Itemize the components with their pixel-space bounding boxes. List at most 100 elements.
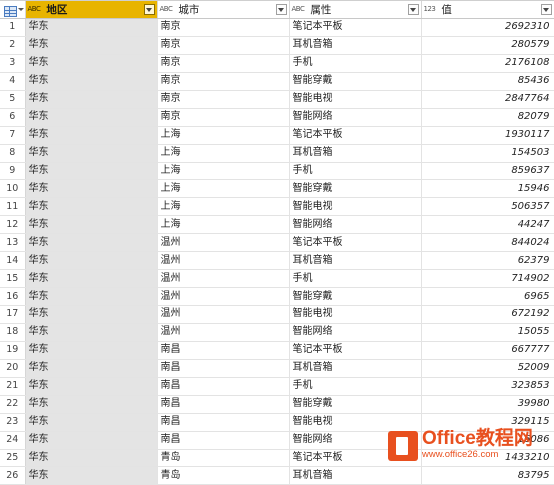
cell-city[interactable]: 南京 [157, 72, 290, 91]
cell-attribute[interactable]: 智能网络 [289, 215, 422, 235]
cell-value[interactable]: 15055 [421, 323, 554, 342]
table-row[interactable]: 13 华东 温州 笔记本平板 844024 [0, 233, 554, 253]
cell-value[interactable]: 844024 [421, 233, 554, 253]
row-number[interactable]: 6 [0, 108, 26, 127]
cell-value[interactable]: 506357 [421, 197, 554, 217]
filter-dropdown-icon[interactable] [407, 4, 419, 15]
cell-region[interactable]: 华东 [25, 413, 158, 432]
cell-city[interactable]: 南京 [157, 90, 290, 109]
row-number[interactable]: 19 [0, 341, 26, 360]
cell-value[interactable]: 16086 [421, 431, 554, 450]
cell-city[interactable]: 青岛 [157, 449, 290, 468]
cell-region[interactable]: 华东 [25, 179, 158, 199]
cell-city[interactable]: 温州 [157, 323, 290, 342]
table-menu-caret-icon[interactable] [18, 8, 24, 11]
table-row[interactable]: 22 华东 南昌 智能穿戴 39980 [0, 395, 554, 414]
row-number[interactable]: 20 [0, 359, 26, 378]
cell-region[interactable]: 华东 [25, 377, 158, 396]
cell-value[interactable]: 15946 [421, 179, 554, 199]
table-row[interactable]: 25 华东 青岛 笔记本平板 1433210 [0, 449, 554, 468]
row-number[interactable]: 9 [0, 162, 26, 181]
cell-city[interactable]: 南昌 [157, 359, 290, 378]
cell-region[interactable]: 华东 [25, 449, 158, 468]
text-type-icon[interactable]: ABC [28, 6, 41, 13]
cell-attribute[interactable]: 耳机音箱 [289, 144, 422, 163]
cell-attribute[interactable]: 智能网络 [289, 323, 422, 342]
number-type-icon[interactable]: 123 [424, 6, 436, 13]
column-header-region[interactable]: ABC 地区 [25, 1, 158, 19]
cell-region[interactable]: 华东 [25, 341, 158, 360]
cell-city[interactable]: 上海 [157, 162, 290, 181]
row-number[interactable]: 4 [0, 72, 26, 91]
cell-value[interactable]: 280579 [421, 36, 554, 55]
cell-value[interactable]: 714902 [421, 269, 554, 289]
cell-region[interactable]: 华东 [25, 251, 158, 271]
row-number[interactable]: 23 [0, 413, 26, 432]
cell-value[interactable]: 82079 [421, 108, 554, 127]
cell-city[interactable]: 温州 [157, 233, 290, 253]
row-number[interactable]: 1 [0, 18, 26, 37]
table-row[interactable]: 11 华东 上海 智能电视 506357 [0, 197, 554, 217]
cell-region[interactable]: 华东 [25, 395, 158, 414]
row-number[interactable]: 13 [0, 233, 26, 253]
filter-dropdown-icon[interactable] [275, 4, 287, 15]
cell-region[interactable]: 华东 [25, 108, 158, 127]
cell-value[interactable]: 154503 [421, 144, 554, 163]
cell-value[interactable]: 1433210 [421, 449, 554, 468]
cell-attribute[interactable]: 智能网络 [289, 431, 422, 450]
cell-value[interactable]: 6965 [421, 287, 554, 306]
cell-city[interactable]: 青岛 [157, 466, 290, 485]
cell-value[interactable]: 672192 [421, 305, 554, 324]
table-row[interactable]: 12 华东 上海 智能网络 44247 [0, 215, 554, 235]
row-number[interactable]: 11 [0, 197, 26, 217]
cell-region[interactable]: 华东 [25, 431, 158, 450]
cell-region[interactable]: 华东 [25, 162, 158, 181]
cell-attribute[interactable]: 耳机音箱 [289, 251, 422, 271]
cell-attribute[interactable]: 智能电视 [289, 90, 422, 109]
cell-value[interactable]: 62379 [421, 251, 554, 271]
row-number[interactable]: 22 [0, 395, 26, 414]
column-header-attribute[interactable]: ABC 属性 [289, 1, 422, 19]
cell-attribute[interactable]: 手机 [289, 377, 422, 396]
cell-region[interactable]: 华东 [25, 72, 158, 91]
row-number[interactable]: 24 [0, 431, 26, 450]
filter-dropdown-icon[interactable] [143, 4, 155, 15]
cell-attribute[interactable]: 智能网络 [289, 108, 422, 127]
cell-attribute[interactable]: 智能电视 [289, 197, 422, 217]
cell-value[interactable]: 2176108 [421, 54, 554, 73]
row-number[interactable]: 25 [0, 449, 26, 468]
row-number[interactable]: 17 [0, 305, 26, 324]
row-number[interactable]: 12 [0, 215, 26, 235]
table-row[interactable]: 3 华东 南京 手机 2176108 [0, 54, 554, 73]
table-row[interactable]: 8 华东 上海 耳机音箱 154503 [0, 144, 554, 163]
cell-region[interactable]: 华东 [25, 305, 158, 324]
table-row[interactable]: 21 华东 南昌 手机 323853 [0, 377, 554, 396]
table-row[interactable]: 6 华东 南京 智能网络 82079 [0, 108, 554, 127]
table-row[interactable]: 9 华东 上海 手机 859637 [0, 162, 554, 181]
cell-value[interactable]: 2847764 [421, 90, 554, 109]
cell-city[interactable]: 温州 [157, 269, 290, 289]
table-row[interactable]: 14 华东 温州 耳机音箱 62379 [0, 251, 554, 271]
cell-region[interactable]: 华东 [25, 359, 158, 378]
cell-region[interactable]: 华东 [25, 466, 158, 485]
cell-value[interactable]: 667777 [421, 341, 554, 360]
cell-value[interactable]: 44247 [421, 215, 554, 235]
row-number[interactable]: 2 [0, 36, 26, 55]
cell-city[interactable]: 南京 [157, 18, 290, 37]
row-number[interactable]: 7 [0, 126, 26, 145]
cell-attribute[interactable]: 手机 [289, 269, 422, 289]
table-row[interactable]: 26 华东 青岛 耳机音箱 83795 [0, 466, 554, 485]
cell-region[interactable]: 华东 [25, 18, 158, 37]
cell-region[interactable]: 华东 [25, 197, 158, 217]
row-number[interactable]: 16 [0, 287, 26, 306]
cell-attribute[interactable]: 智能电视 [289, 413, 422, 432]
cell-region[interactable]: 华东 [25, 54, 158, 73]
cell-attribute[interactable]: 耳机音箱 [289, 36, 422, 55]
column-header-value[interactable]: 123 值 [421, 1, 554, 19]
column-header-city[interactable]: ABC 城市 [157, 1, 290, 19]
cell-attribute[interactable]: 智能穿戴 [289, 395, 422, 414]
cell-attribute[interactable]: 笔记本平板 [289, 233, 422, 253]
cell-city[interactable]: 温州 [157, 287, 290, 306]
cell-attribute[interactable]: 笔记本平板 [289, 18, 422, 37]
cell-attribute[interactable]: 手机 [289, 54, 422, 73]
